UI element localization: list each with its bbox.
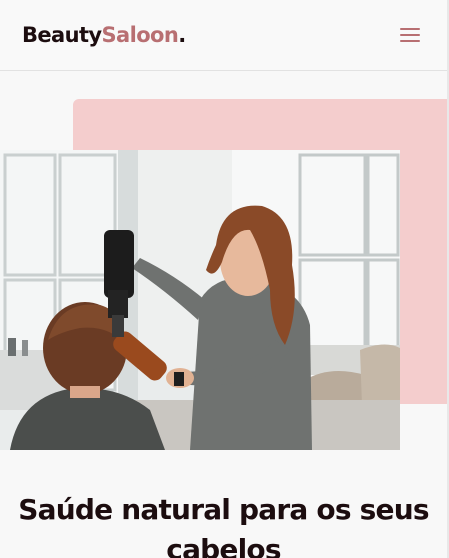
hero-headline: Saúde natural para os seus cabelos [18,493,429,558]
hero-photo [0,150,400,450]
hamburger-menu-icon[interactable] [400,28,420,43]
logo-text-part2: Saloon [101,23,179,47]
logo-text-part1: Beauty [22,23,102,47]
site-logo[interactable]: BeautySaloon. [22,21,186,49]
menu-bar [400,28,420,30]
menu-bar [400,34,420,36]
logo-text-part3: . [178,23,186,47]
menu-bar [400,40,420,42]
page: BeautySaloon. Saúde natural para os seus… [0,0,449,558]
site-header: BeautySaloon. [0,0,447,71]
